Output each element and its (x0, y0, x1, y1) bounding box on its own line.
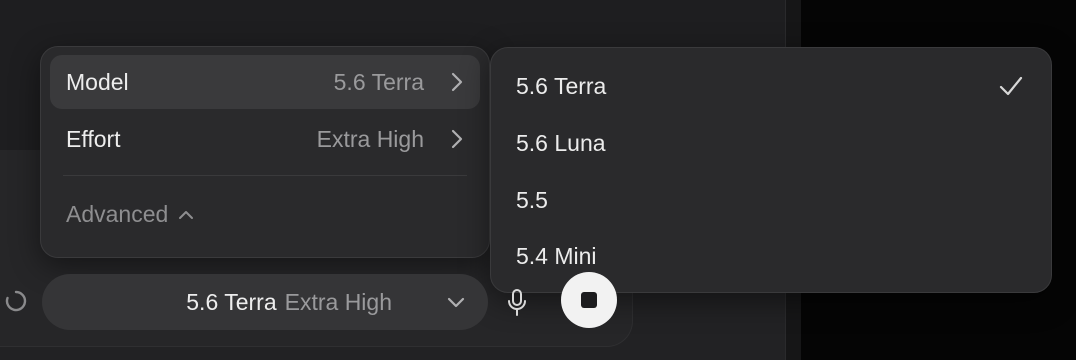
microphone-icon[interactable] (505, 288, 529, 318)
advanced-label: Advanced (66, 201, 169, 227)
menu-divider (63, 175, 467, 176)
menu-row-label: Model (66, 68, 129, 95)
model-option-5-6-terra[interactable]: 5.6 Terra (491, 58, 1051, 114)
stop-button[interactable] (561, 272, 617, 328)
model-submenu: 5.6 Terra 5.6 Luna 5.5 5.4 Mini (490, 47, 1052, 293)
menu-row-value: 5.6 Terra (333, 68, 424, 95)
menu-row-effort[interactable]: Effort Extra High (50, 112, 480, 166)
advanced-toggle[interactable]: Advanced (66, 201, 194, 228)
model-option-label: 5.5 (516, 186, 548, 213)
model-option-label: 5.6 Terra (516, 72, 607, 99)
model-option-label: 5.6 Luna (516, 129, 606, 156)
model-selector-text: 5.6 Terra Extra High (186, 289, 392, 316)
checkmark-icon (999, 76, 1023, 96)
model-option-5-5[interactable]: 5.5 (491, 172, 1051, 228)
stop-icon (581, 292, 597, 308)
model-option-5-6-luna[interactable]: 5.6 Luna (491, 115, 1051, 171)
chevron-down-icon (447, 297, 465, 308)
selected-model-label: 5.6 Terra (186, 288, 277, 315)
settings-menu: Model 5.6 Terra Effort Extra High Advanc… (40, 46, 490, 258)
chevron-right-icon (451, 129, 463, 149)
loading-spinner-icon (5, 290, 27, 312)
selected-effort-label: Extra High (284, 288, 392, 315)
model-option-label: 5.4 Mini (516, 242, 597, 269)
menu-row-model[interactable]: Model 5.6 Terra (50, 55, 480, 109)
menu-row-label: Effort (66, 125, 121, 152)
chevron-up-icon (179, 210, 194, 219)
menu-row-value: Extra High (316, 125, 424, 152)
model-selector-button[interactable]: 5.6 Terra Extra High (42, 274, 488, 330)
chevron-right-icon (451, 72, 463, 92)
